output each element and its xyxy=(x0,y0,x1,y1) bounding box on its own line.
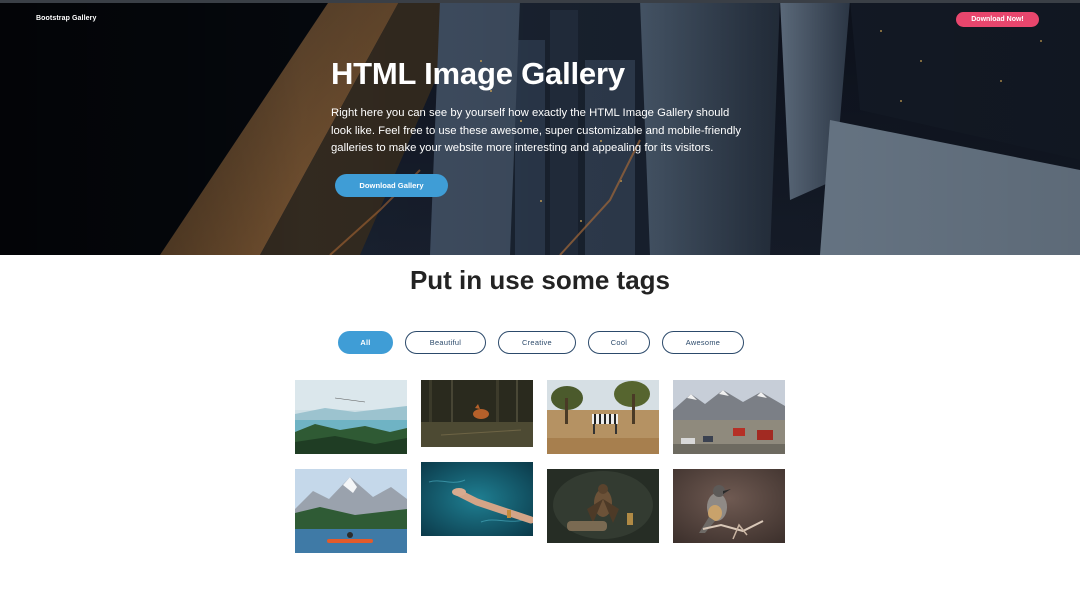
hero-section: Bootstrap Gallery Download Now! HTML Ima… xyxy=(0,0,1080,255)
tag-creative[interactable]: Creative xyxy=(498,331,576,354)
gallery-image-fox-forest[interactable] xyxy=(421,380,533,447)
top-border xyxy=(0,0,1080,3)
gallery-image-zebra-savanna[interactable] xyxy=(547,380,659,454)
gallery-image-bird-branch[interactable] xyxy=(673,469,785,543)
gallery-image-lake-mountains[interactable] xyxy=(295,380,407,454)
hero-title: HTML Image Gallery xyxy=(331,56,625,91)
gallery-image-snowy-village[interactable] xyxy=(673,380,785,454)
download-gallery-button[interactable]: Download Gallery xyxy=(335,174,448,197)
tag-cool[interactable]: Cool xyxy=(588,331,650,354)
tag-beautiful[interactable]: Beautiful xyxy=(405,331,486,354)
tag-all[interactable]: All xyxy=(338,331,393,354)
gallery-image-hand-water[interactable] xyxy=(421,462,533,536)
tag-awesome[interactable]: Awesome xyxy=(662,331,744,354)
hero-description: Right here you can see by yourself how e… xyxy=(331,107,742,155)
gallery-image-kayak-mountains[interactable] xyxy=(295,469,407,553)
tag-filter-bar: All Beautiful Creative Cool Awesome xyxy=(338,331,744,354)
section-title: Put in use some tags xyxy=(409,265,671,295)
download-now-button[interactable]: Download Now! xyxy=(956,12,1039,27)
brand-logo-text[interactable]: Bootstrap Gallery xyxy=(36,15,96,22)
gallery-image-falcon-glove[interactable] xyxy=(547,469,659,543)
